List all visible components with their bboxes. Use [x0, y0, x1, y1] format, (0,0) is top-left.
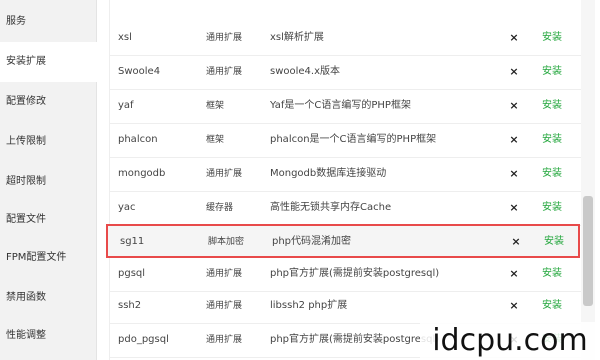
- extension-table: xsl 通用扩展 xsl解析扩展 × 安装 Swoole4 通用扩展 swool…: [106, 0, 588, 360]
- table-row: yaf 框架 Yaf是一个C语言编写的PHP框架 × 安装: [110, 90, 582, 124]
- extension-description: libssh2 php扩展: [270, 300, 348, 311]
- not-installed-icon: ×: [509, 299, 519, 312]
- watermark: idcpu.com: [420, 322, 600, 360]
- sidebar-item-upload-limit[interactable]: 上传限制: [0, 122, 96, 162]
- extension-name: yaf: [118, 100, 134, 111]
- table-row: phalcon 框架 phalcon是一个C语言编写的PHP框架 × 安装: [110, 124, 582, 158]
- extension-description: Yaf是一个C语言编写的PHP框架: [270, 100, 411, 111]
- sidebar-item-install-extension[interactable]: 安装扩展: [0, 42, 97, 82]
- extension-description: xsl解析扩展: [270, 32, 324, 43]
- sidebar-item-disabled-functions[interactable]: 禁用函数: [0, 278, 96, 318]
- table-row: yac 缓存器 高性能无锁共享内存Cache × 安装: [110, 192, 582, 226]
- extension-type: 通用扩展: [206, 269, 243, 279]
- extension-name: pdo_pgsql: [118, 334, 169, 345]
- extension-name: ssh2: [118, 300, 142, 311]
- main-panel: xsl 通用扩展 xsl解析扩展 × 安装 Swoole4 通用扩展 swool…: [97, 0, 600, 360]
- not-installed-icon: ×: [509, 267, 519, 280]
- install-button[interactable]: 安装: [542, 192, 578, 224]
- not-installed-icon: ×: [509, 167, 519, 180]
- extension-type: 框架: [206, 135, 225, 145]
- not-installed-icon: ×: [509, 133, 519, 146]
- install-button[interactable]: 安装: [542, 22, 578, 54]
- extension-type: 脚本加密: [208, 237, 245, 247]
- table-row: mongodb 通用扩展 Mongodb数据库连接驱动 × 安装: [110, 158, 582, 192]
- table-row-highlighted: sg11 脚本加密 php代码混淆加密 × 安装: [106, 224, 580, 258]
- sidebar-item-timeout-limit[interactable]: 超时限制: [0, 162, 96, 202]
- table-row: xsl 通用扩展 xsl解析扩展 × 安装: [110, 22, 582, 56]
- sidebar-item-config-file[interactable]: 配置文件: [0, 200, 96, 240]
- sidebar-item-performance[interactable]: 性能调整: [0, 316, 96, 356]
- extension-type: 通用扩展: [206, 301, 243, 311]
- install-button[interactable]: 安装: [542, 258, 578, 290]
- extension-description: 高性能无锁共享内存Cache: [270, 202, 392, 213]
- install-button[interactable]: 安装: [542, 158, 578, 190]
- not-installed-icon: ×: [509, 31, 519, 44]
- install-button[interactable]: 安装: [544, 226, 580, 258]
- extension-name: phalcon: [118, 134, 158, 145]
- table-row: pgsql 通用扩展 php官方扩展(需提前安装postgresql) × 安装: [110, 258, 582, 292]
- sidebar-item-config-edit[interactable]: 配置修改: [0, 82, 96, 122]
- install-button[interactable]: 安装: [542, 90, 578, 122]
- extension-name: pgsql: [118, 268, 146, 279]
- extension-description: php官方扩展(需提前安装postgresql): [270, 268, 440, 279]
- extension-description: php代码混淆加密: [272, 236, 352, 247]
- table-row: ssh2 通用扩展 libssh2 php扩展 × 安装: [110, 290, 582, 324]
- not-installed-icon: ×: [509, 99, 519, 112]
- extension-name: yac: [118, 202, 136, 213]
- sidebar-item-fpm-config[interactable]: FPM配置文件: [0, 238, 96, 278]
- extension-type: 通用扩展: [206, 169, 243, 179]
- install-button[interactable]: 安装: [542, 290, 578, 322]
- extension-description: swoole4.x版本: [270, 66, 341, 77]
- extension-type: 缓存器: [206, 203, 234, 213]
- not-installed-icon: ×: [509, 65, 519, 78]
- extension-name: mongodb: [118, 168, 166, 179]
- extension-type: 框架: [206, 101, 225, 111]
- extension-type: 通用扩展: [206, 67, 243, 77]
- not-installed-icon: ×: [509, 201, 519, 214]
- extension-description: Mongodb数据库连接驱动: [270, 168, 387, 179]
- sidebar-item-service[interactable]: 服务: [0, 2, 96, 42]
- not-installed-icon: ×: [511, 235, 521, 248]
- extension-type: 通用扩展: [206, 335, 243, 345]
- scrollbar-track[interactable]: [581, 0, 595, 360]
- extension-name: sg11: [120, 236, 145, 247]
- table-row: Swoole4 通用扩展 swoole4.x版本 × 安装: [110, 56, 582, 90]
- sidebar: 服务 安装扩展 配置修改 上传限制 超时限制 配置文件 FPM配置文件 禁用函数…: [0, 0, 97, 360]
- extension-name: Swoole4: [118, 66, 161, 77]
- install-button[interactable]: 安装: [542, 56, 578, 88]
- extension-name: xsl: [118, 32, 132, 43]
- install-button[interactable]: 安装: [542, 124, 578, 156]
- scrollbar-thumb[interactable]: [583, 196, 593, 306]
- extension-type: 通用扩展: [206, 33, 243, 43]
- extension-description: phalcon是一个C语言编写的PHP框架: [270, 134, 437, 145]
